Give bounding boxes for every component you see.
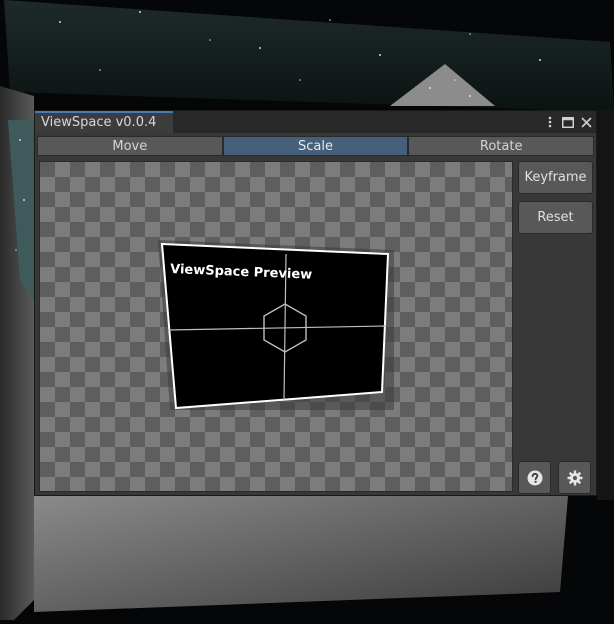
help-button[interactable] [518, 461, 551, 494]
preview-graphic: ViewSpace Preview [158, 240, 394, 410]
mode-toolbar: Move Scale Rotate [37, 136, 595, 156]
reset-button[interactable]: Reset [518, 201, 593, 234]
viewspace-window: ViewSpace v0.0.4 Move Scale Rotate ViewS… [34, 110, 597, 496]
question-circle-icon [527, 470, 542, 485]
maximize-icon[interactable] [562, 115, 574, 129]
window-controls [544, 111, 592, 133]
tab-move[interactable]: Move [37, 136, 223, 156]
more-vertical-icon[interactable] [544, 115, 556, 129]
window-title: ViewSpace v0.0.4 [41, 115, 157, 130]
vr-scene-background: ViewSpace v0.0.4 Move Scale Rotate ViewS… [0, 0, 614, 620]
window-title-tab[interactable]: ViewSpace v0.0.4 [35, 111, 173, 133]
settings-button[interactable] [558, 461, 591, 494]
tab-scale[interactable]: Scale [222, 136, 409, 156]
keyframe-button[interactable]: Keyframe [518, 161, 593, 194]
close-icon[interactable] [580, 115, 592, 129]
gear-icon [567, 470, 582, 485]
tab-rotate[interactable]: Rotate [408, 136, 595, 156]
preview-viewport[interactable]: ViewSpace Preview [39, 161, 513, 492]
window-titlebar[interactable]: ViewSpace v0.0.4 [35, 111, 596, 133]
